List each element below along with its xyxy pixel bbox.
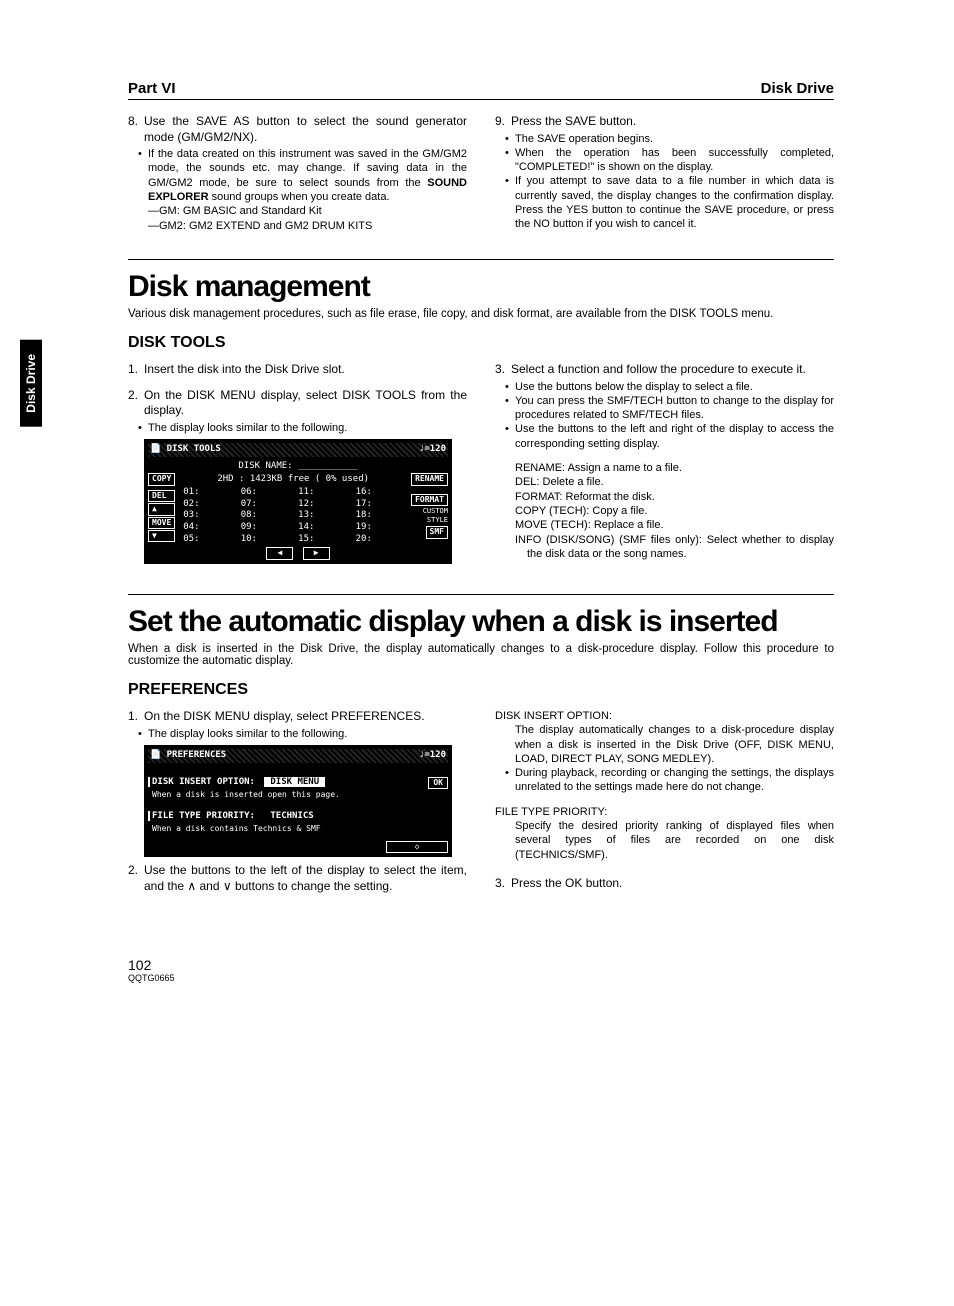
- del-button[interactable]: DEL: [148, 490, 175, 502]
- move-button[interactable]: MOVE: [148, 517, 175, 529]
- file-grid: 01: 02: 03: 04: 05: 06: 07: 08: 09: 10:: [183, 487, 403, 545]
- auto-display-title: Set the automatic display when a disk is…: [128, 605, 834, 639]
- step-8-num: 8.: [128, 114, 144, 145]
- divider-2: [128, 594, 834, 595]
- side-tab: Disk Drive: [20, 340, 42, 427]
- smf-button[interactable]: SMF: [426, 526, 448, 538]
- step-9-b2: When the operation has been successfully…: [515, 146, 834, 175]
- disk-insert-option-desc: The display automatically changes to a d…: [515, 723, 834, 766]
- right-arrow-button[interactable]: ▶: [303, 547, 330, 559]
- screen-tempo: ♩=120: [419, 444, 446, 456]
- prefs-left: 1. On the DISK MENU display, select PREF…: [128, 709, 467, 897]
- custom-style-label: CUSTOMSTYLE: [423, 507, 448, 525]
- header-left: Part VI: [128, 80, 176, 97]
- screen-title: 📄 DISK TOOLS: [150, 444, 221, 456]
- screen-diskinfo: 2HD : 1423KB free ( 0% used): [175, 474, 411, 486]
- file-type-priority-heading: FILE TYPE PRIORITY:: [495, 805, 834, 819]
- screen-diskname: DISK NAME: ___________: [148, 461, 448, 473]
- opt1-caption: When a disk is inserted open this page.: [152, 790, 448, 800]
- format-button[interactable]: FORMAT: [411, 494, 448, 506]
- opt2-caption: When a disk contains Technics & SMF: [152, 824, 448, 834]
- down-button[interactable]: ▼: [148, 530, 175, 542]
- step-9-num: 9.: [495, 114, 511, 130]
- disk-insert-option-label: DISK INSERT OPTION:: [148, 777, 255, 787]
- disk-mgmt-title: Disk management: [128, 270, 834, 304]
- file-type-priority-value[interactable]: TECHNICS: [270, 811, 313, 821]
- pref-title: 📄 PREFERENCES: [150, 750, 226, 762]
- step-8-bullet: If the data created on this instrument w…: [148, 147, 467, 204]
- left-arrow-button[interactable]: ◀: [266, 547, 293, 559]
- step-9-col: 9. Press the SAVE button. •The SAVE oper…: [495, 114, 834, 233]
- pref-arrow-button[interactable]: ◇: [386, 841, 448, 853]
- copy-button[interactable]: COPY: [148, 473, 175, 485]
- step-9-text: Press the SAVE button.: [511, 114, 834, 130]
- disk-mgmt-intro: Various disk management procedures, such…: [128, 308, 834, 320]
- disk-tools-heading: DISK TOOLS: [128, 334, 834, 352]
- page-header: Part VI Disk Drive: [128, 80, 834, 100]
- file-type-priority-label: FILE TYPE PRIORITY:: [148, 811, 255, 821]
- ok-button[interactable]: OK: [428, 777, 448, 789]
- disk-insert-option-heading: DISK INSERT OPTION:: [495, 709, 834, 723]
- page-number: 102: [128, 957, 834, 973]
- preferences-heading: PREFERENCES: [128, 681, 834, 699]
- pref-tempo: ♩=120: [419, 750, 446, 762]
- disk-tools-right: 3. Select a function and follow the proc…: [495, 362, 834, 568]
- step-8-sub2: —GM2: GM2 EXTEND and GM2 DRUM KITS: [148, 219, 467, 233]
- rename-button[interactable]: RENAME: [411, 473, 448, 485]
- prefs-right: DISK INSERT OPTION: The display automati…: [495, 709, 834, 897]
- step-8-text: Use the SAVE AS button to select the sou…: [144, 114, 467, 145]
- auto-display-intro: When a disk is inserted in the Disk Driv…: [128, 643, 834, 667]
- file-type-priority-desc: Specify the desired priority ranking of …: [515, 819, 834, 862]
- step-8-col: 8. Use the SAVE AS button to select the …: [128, 114, 467, 233]
- page-footer: 102 QQTG0665: [128, 957, 834, 983]
- header-right: Disk Drive: [761, 80, 834, 97]
- disk-insert-option-value[interactable]: DISK MENU: [264, 777, 325, 787]
- step-9-b3: If you attempt to save data to a file nu…: [515, 174, 834, 231]
- step-8-sub1: —GM: GM BASIC and Standard Kit: [148, 204, 467, 218]
- disk-tools-screen: 📄 DISK TOOLS ♩=120 DISK NAME: __________…: [144, 439, 452, 564]
- disk-tools-left: 1. Insert the disk into the Disk Drive s…: [128, 362, 467, 568]
- step-9-b1: The SAVE operation begins.: [515, 132, 834, 146]
- divider: [128, 259, 834, 260]
- preferences-screen: 📄 PREFERENCES ♩=120 DISK INSERT OPTION: …: [144, 745, 452, 858]
- arrow-bar: ◀ ▶: [148, 547, 448, 560]
- doc-code: QQTG0665: [128, 973, 834, 983]
- up-button[interactable]: ▲: [148, 503, 175, 515]
